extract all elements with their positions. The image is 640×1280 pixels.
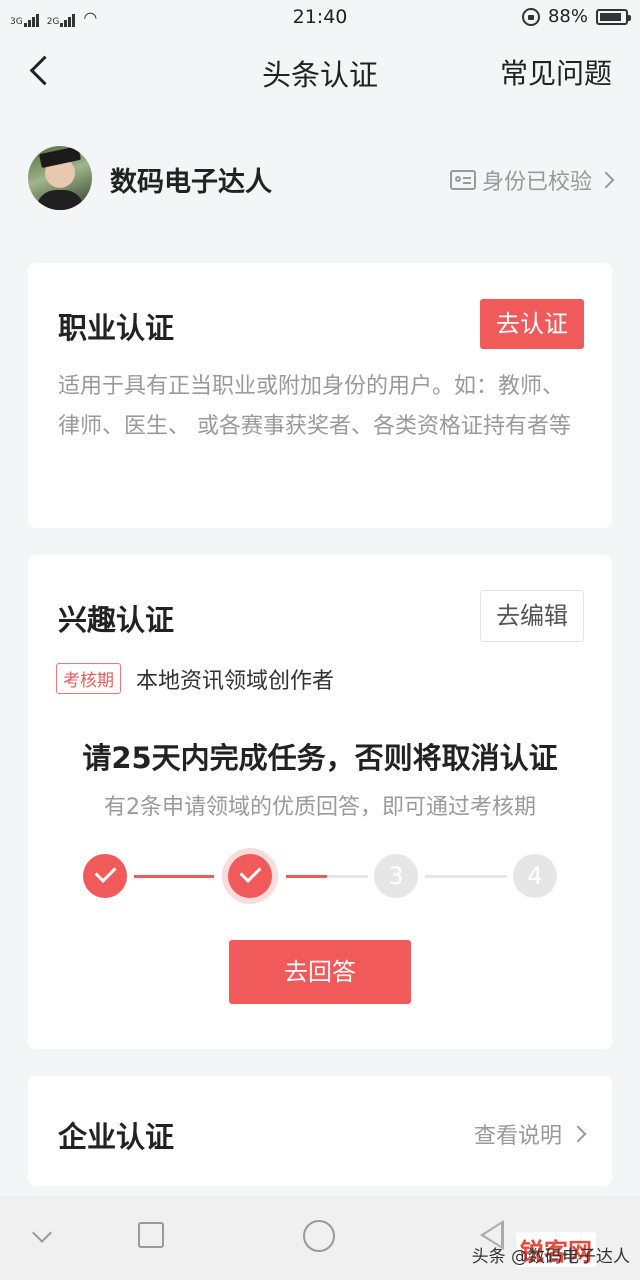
step-2-done <box>228 854 272 898</box>
task-headline: 请25天内完成任务，否则将取消认证 <box>82 741 558 775</box>
answer-button[interactable]: 去回答 <box>229 940 411 1004</box>
interest-field: 本地资讯领域创作者 <box>136 669 335 694</box>
enterprise-info-label: 查看说明 <box>473 1124 562 1149</box>
professional-cert-description: 适用于具有正当职业或附加身份的用户。如：教师、律师、医生、 或各赛事获奖者、各类… <box>58 374 571 439</box>
professional-cert-button[interactable]: 去认证 <box>480 299 584 349</box>
rotation-lock-icon <box>521 7 540 26</box>
step-1-done <box>83 854 127 898</box>
step-connector <box>425 875 507 878</box>
step-connector <box>134 875 214 878</box>
identity-verified-label: 身份已校验 <box>481 170 592 195</box>
chevron-right-icon <box>597 171 615 189</box>
enterprise-cert-title: 企业认证 <box>58 1120 175 1154</box>
id-card-icon <box>449 170 476 190</box>
review-period-badge: 考核期 <box>56 663 121 694</box>
interest-cert-card: 兴趣认证 去编辑 考核期 本地资讯领域创作者 请25天内完成任务，否则将取消认证… <box>28 555 612 1049</box>
step-connector <box>286 875 368 878</box>
battery-percent: 88% <box>547 6 588 27</box>
recents-icon[interactable] <box>138 1222 164 1248</box>
step-4: 4 <box>513 854 557 898</box>
home-icon[interactable] <box>303 1220 335 1252</box>
status-bar: 3G 2G ◠ 21:40 88% <box>0 0 640 34</box>
username: 数码电子达人 <box>110 167 272 198</box>
identity-verified-link[interactable]: 身份已校验 <box>449 164 615 196</box>
interest-cert-title: 兴趣认证 <box>58 603 175 637</box>
avatar[interactable] <box>28 146 92 210</box>
system-nav-bar: 锐客网 头条 @数码电子达人 <box>0 1196 640 1280</box>
professional-cert-card: 职业认证 去认证 适用于具有正当职业或附加身份的用户。如：教师、律师、医生、 或… <box>28 263 612 528</box>
user-row: 数码电子达人 身份已校验 <box>28 146 615 210</box>
battery-icon <box>596 8 631 25</box>
professional-cert-title: 职业认证 <box>58 311 175 345</box>
step-3: 3 <box>374 854 418 898</box>
nav-header: 头条认证 常见问题 <box>0 38 640 108</box>
chevron-right-icon <box>569 1125 587 1143</box>
collapse-icon[interactable] <box>32 1223 52 1243</box>
enterprise-cert-card: 企业认证 查看说明 <box>28 1076 612 1186</box>
faq-link[interactable]: 常见问题 <box>500 52 612 92</box>
task-subtext: 有2条申请领域的优质回答，即可通过考核期 <box>104 795 536 820</box>
interest-edit-button[interactable]: 去编辑 <box>480 590 584 642</box>
watermark-text: 头条 @数码电子达人 <box>471 1247 630 1267</box>
enterprise-info-link[interactable]: 查看说明 <box>473 1118 587 1150</box>
